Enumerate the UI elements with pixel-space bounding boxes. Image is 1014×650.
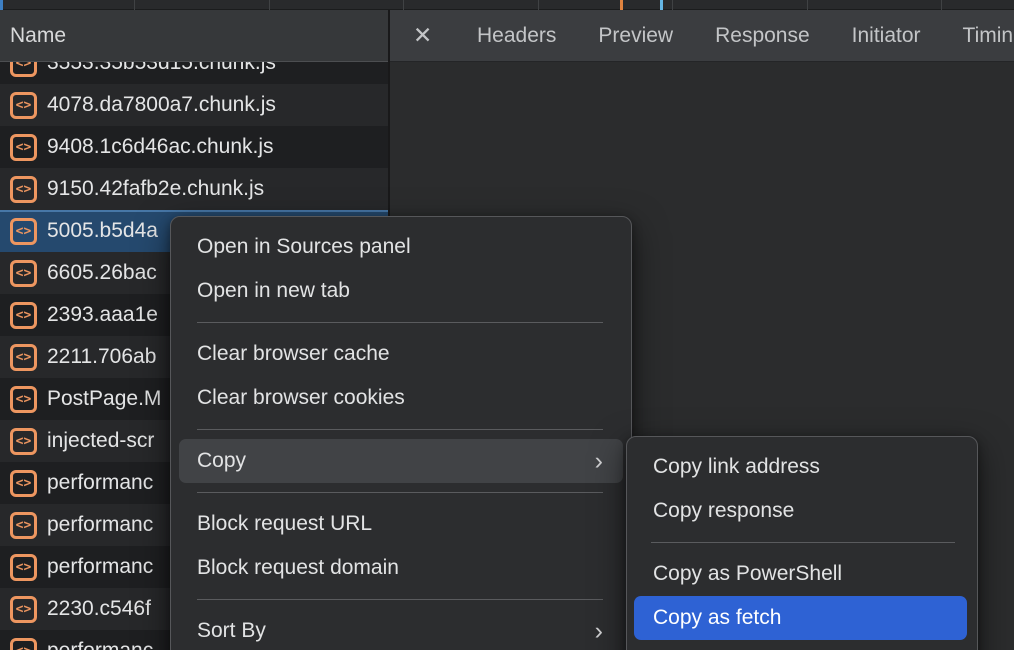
overview-event-tick-orange [620,0,623,10]
tab-response[interactable]: Response [715,24,810,48]
menu-item-clear-browser-cache[interactable]: Clear browser cache [171,332,631,376]
network-request-row[interactable]: <> 9150.42fafb2e.chunk.js [0,168,388,210]
menu-separator [197,599,603,600]
request-name-label: PostPage.M [47,387,161,411]
menu-item-label: Sort By [197,619,266,643]
script-file-icon: <> [10,218,37,245]
menu-item-sort-by[interactable]: Sort By › [171,609,631,650]
script-file-icon: <> [10,176,37,203]
overview-divider [538,0,539,10]
network-request-row[interactable]: <> 9408.1c6d46ac.chunk.js [0,126,388,168]
menu-item-copy-as-fetch[interactable]: Copy as fetch [634,596,967,640]
network-request-row[interactable]: <> 4078.da7800a7.chunk.js [0,84,388,126]
script-file-icon: <> [10,428,37,455]
overview-divider [941,0,942,10]
script-file-icon: <> [10,386,37,413]
request-name-label: 2230.c546f [47,597,151,621]
overview-divider [807,0,808,10]
request-name-label: performanc [47,639,153,650]
request-name-label: 9150.42fafb2e.chunk.js [47,177,264,201]
script-file-icon: <> [10,512,37,539]
request-name-label: 2211.706ab [47,345,156,369]
tab-headers[interactable]: Headers [477,24,556,48]
submenu-chevron-icon: › [595,619,603,644]
request-name-label: injected-scr [47,429,154,453]
menu-item-copy-link-address[interactable]: Copy link address [627,445,977,489]
menu-item-label: Clear browser cache [197,342,390,366]
menu-item-copy-response[interactable]: Copy response [627,489,977,533]
request-name-label: performanc [47,471,153,495]
column-header-name[interactable]: Name [0,10,388,62]
menu-item-copy[interactable]: Copy › [179,439,623,483]
tab-timing[interactable]: Timing [963,24,1014,48]
overview-selection-marker [0,0,3,10]
overview-divider [672,0,673,10]
request-name-label: performanc [47,555,153,579]
script-file-icon: <> [10,638,37,650]
menu-item-clear-browser-cookies[interactable]: Clear browser cookies [171,376,631,420]
tab-preview[interactable]: Preview [598,24,673,48]
menu-separator [197,322,603,323]
devtools-network-panel: <> 3553.35b53d15.chunk.js <> 4078.da7800… [0,0,1014,650]
menu-separator [651,542,955,543]
overview-event-tick-blue [660,0,663,10]
request-name-label: 5005.b5d4a [47,219,158,243]
copy-submenu: Copy link address Copy response Copy as … [626,436,978,650]
column-header-label: Name [10,24,66,48]
script-file-icon: <> [10,302,37,329]
request-name-label: performanc [47,513,153,537]
menu-item-block-request-domain[interactable]: Block request domain [171,546,631,590]
request-name-label: 4078.da7800a7.chunk.js [47,93,276,117]
menu-item-label: Open in Sources panel [197,235,411,259]
close-icon[interactable]: ✕ [413,22,435,49]
menu-item-label: Block request URL [197,512,372,536]
context-menu: Open in Sources panel Open in new tab Cl… [170,216,632,650]
script-file-icon: <> [10,596,37,623]
request-name-label: 6605.26bac [47,261,157,285]
script-file-icon: <> [10,554,37,581]
menu-item-label: Block request domain [197,556,399,580]
detail-tab-bar: ✕ Headers Preview Response Initiator Tim… [390,10,1014,62]
menu-item-block-request-url[interactable]: Block request URL [171,502,631,546]
menu-item-label: Copy as fetch [653,606,781,630]
overview-divider [134,0,135,10]
script-file-icon: <> [10,92,37,119]
script-file-icon: <> [10,470,37,497]
menu-item-label: Clear browser cookies [197,386,405,410]
request-name-label: 9408.1c6d46ac.chunk.js [47,135,274,159]
menu-separator [197,492,603,493]
tab-initiator[interactable]: Initiator [852,24,921,48]
menu-separator [197,429,603,430]
menu-item-label: Copy [197,449,246,473]
network-overview-strip[interactable] [0,0,1014,10]
menu-item-label: Copy response [653,499,794,523]
submenu-chevron-icon: › [595,449,603,474]
overview-divider [269,0,270,10]
script-file-icon: <> [10,260,37,287]
menu-item-open-in-new-tab[interactable]: Open in new tab [171,269,631,313]
script-file-icon: <> [10,344,37,371]
menu-item-copy-as-powershell[interactable]: Copy as PowerShell [627,552,977,596]
request-name-label: 2393.aaa1e [47,303,158,327]
menu-item-label: Open in new tab [197,279,350,303]
menu-item-open-in-sources-panel[interactable]: Open in Sources panel [171,225,631,269]
script-file-icon: <> [10,134,37,161]
overview-divider [403,0,404,10]
menu-item-label: Copy as PowerShell [653,562,842,586]
menu-item-label: Copy link address [653,455,820,479]
